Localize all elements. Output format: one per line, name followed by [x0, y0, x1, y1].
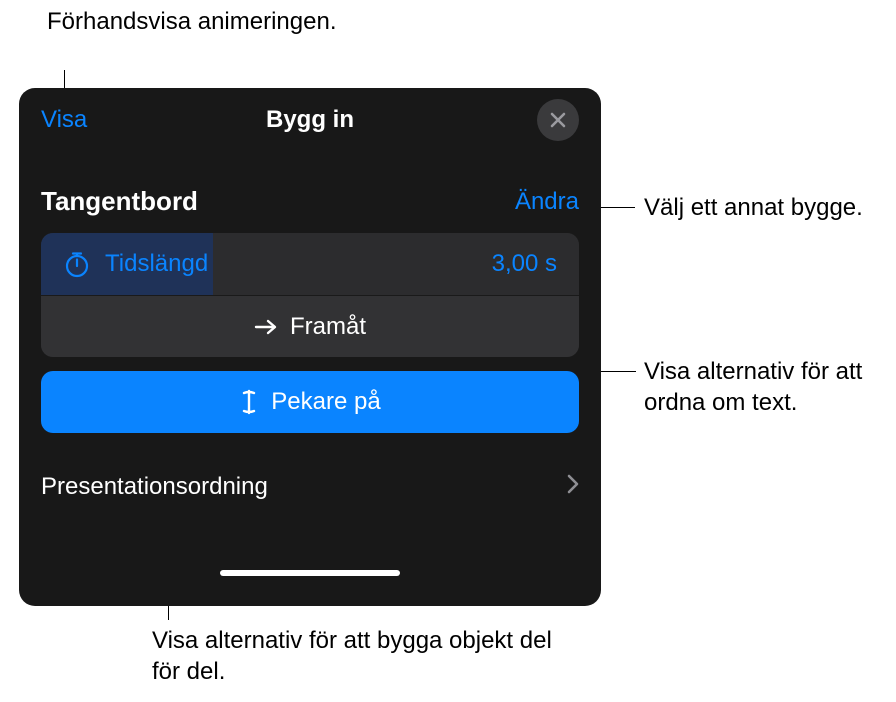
duration-value: 3,00 s: [492, 250, 557, 278]
callout-change: Välj ett annat bygge.: [644, 192, 884, 223]
presentation-order-row[interactable]: Presentationsordning: [41, 473, 579, 501]
direction-label: Framåt: [290, 313, 366, 341]
pointer-label: Pekare på: [271, 388, 380, 416]
panel-title: Bygg in: [266, 106, 354, 134]
callout-preview-text: Förhandsvisa animeringen.: [47, 8, 337, 35]
arrow-right-icon: [254, 318, 278, 336]
close-button[interactable]: [537, 99, 579, 141]
presentation-order-label: Presentationsordning: [41, 473, 268, 501]
duration-control[interactable]: Tidslängd 3,00 s: [41, 233, 579, 295]
pointer-button[interactable]: Pekare på: [41, 371, 579, 433]
build-in-panel: Visa Bygg in Tangentbord Ändra Tidslängd: [19, 88, 601, 606]
change-button[interactable]: Ändra: [515, 188, 579, 216]
home-indicator: [220, 570, 400, 576]
direction-button[interactable]: Framåt: [41, 295, 579, 357]
effect-name-label: Tangentbord: [41, 186, 198, 217]
build-options: Tidslängd 3,00 s Framåt: [41, 233, 579, 357]
cursor-icon: [239, 389, 259, 415]
duration-label-group: Tidslängd: [63, 250, 208, 278]
callout-preview: Förhandsvisa animeringen.: [47, 6, 337, 37]
stopwatch-icon: [63, 250, 91, 278]
panel-header: Visa Bygg in: [41, 88, 579, 152]
callout-direction-text: Visa alternativ för att ordna om text.: [644, 358, 862, 416]
duration-label: Tidslängd: [105, 250, 208, 278]
chevron-right-icon: [567, 474, 579, 500]
close-icon: [550, 112, 566, 128]
preview-button[interactable]: Visa: [41, 106, 87, 134]
callout-change-text: Välj ett annat bygge.: [644, 194, 863, 221]
callout-order: Visa alternativ för att bygga objekt del…: [152, 625, 552, 687]
section-header: Tangentbord Ändra: [41, 186, 579, 217]
callout-direction: Visa alternativ för att ordna om text.: [644, 356, 894, 418]
callout-order-text: Visa alternativ för att bygga objekt del…: [152, 627, 552, 685]
